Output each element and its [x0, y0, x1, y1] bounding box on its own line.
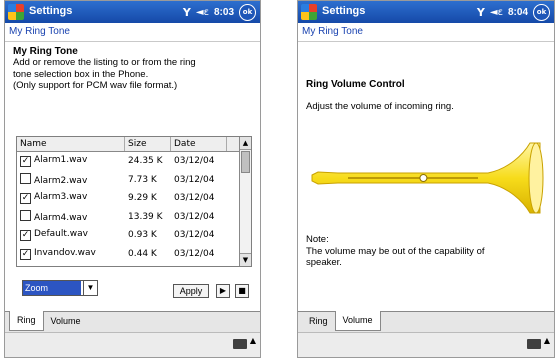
column-header-name[interactable]: Name [17, 137, 125, 151]
apply-button[interactable]: Apply [173, 284, 209, 298]
list-item[interactable]: Alarm2.wav 7.73 K 03/12/04 [17, 171, 251, 190]
ring-tone-size: 0.44 K [128, 248, 157, 259]
ring-tone-name: Invandov.wav [34, 247, 96, 258]
column-header-date[interactable]: Date [171, 137, 227, 151]
ring-tone-size: 9.29 K [128, 193, 157, 204]
ok-button[interactable]: ok [533, 3, 550, 21]
list-scrollbar[interactable]: ▲ ▼ [239, 137, 251, 266]
tab-volume[interactable]: Volume [44, 312, 88, 332]
column-header-size[interactable]: Size [125, 137, 171, 151]
input-panel-arrow-icon[interactable]: ▲ [544, 336, 550, 345]
ring-tone-size: 24.35 K [128, 156, 163, 167]
description-line: (Only support for PCM wav file format.) [13, 80, 178, 91]
clock[interactable]: 8:04 [508, 7, 528, 18]
scroll-up-arrow-icon[interactable]: ▲ [240, 137, 251, 150]
title-bar: Settings Y ◄ε 8:04 ok [298, 1, 554, 23]
keyboard-icon[interactable] [233, 339, 247, 349]
title-bar: Settings Y ◄ε 8:03 ok [5, 1, 260, 23]
ring-tone-date: 03/12/04 [174, 248, 215, 259]
ring-tone-name: Alarm3.wav [34, 192, 88, 203]
clock[interactable]: 8:03 [214, 7, 234, 18]
section-heading: My Ring Tone [13, 46, 78, 57]
play-icon: ▶ [219, 286, 227, 295]
ring-tone-size: 13.39 K [128, 211, 163, 222]
windows-start-icon[interactable] [301, 4, 317, 20]
ring-tone-name-cell: Alarm2.wav [17, 173, 125, 186]
play-button[interactable]: ▶ [216, 284, 230, 298]
stop-icon: ■ [238, 286, 246, 295]
ring-tone-checkbox[interactable]: ✓ [20, 156, 31, 168]
ring-tone-date: 03/12/04 [174, 193, 215, 204]
tab-strip: Ring Volume [298, 311, 554, 334]
ok-button[interactable]: ok [239, 3, 256, 21]
ring-tone-size: 7.73 K [128, 174, 157, 185]
list-item[interactable]: Alarm4.wav 13.39 K 03/12/04 [17, 208, 251, 227]
menu-bar: ▲ [5, 332, 260, 357]
section-heading: Ring Volume Control [306, 79, 405, 90]
ring-tone-name: Alarm4.wav [34, 213, 88, 224]
volume-trumpet-slider[interactable] [308, 139, 548, 219]
list-item[interactable]: ✓ Default.wav 0.93 K 03/12/04 [17, 226, 251, 245]
ring-tone-checkbox[interactable] [20, 210, 31, 222]
tab-strip: Ring Volume [5, 311, 260, 334]
keyboard-icon[interactable] [527, 339, 541, 349]
speaker-icon[interactable]: ◄ε [490, 7, 503, 18]
ring-volume-screen: Settings Y ◄ε 8:04 ok My Ring Tone Ring … [297, 0, 555, 358]
description-line: tone selection box in the Phone. [13, 68, 149, 80]
note-label: Note: [306, 234, 329, 245]
tab-ring[interactable]: Ring [9, 311, 44, 331]
description-line: Add or remove the listing to or from the… [13, 57, 196, 68]
ring-tone-checkbox[interactable] [20, 173, 31, 185]
app-title: Settings [29, 5, 73, 17]
input-panel-arrow-icon[interactable]: ▲ [250, 336, 256, 345]
signal-icon[interactable]: Y [477, 6, 485, 19]
ring-tone-name-cell: ✓ Alarm3.wav [17, 192, 125, 205]
tab-ring[interactable]: Ring [302, 312, 335, 332]
zoom-dropdown[interactable]: Zoom ▼ [22, 280, 98, 296]
scroll-down-arrow-icon[interactable]: ▼ [240, 253, 251, 266]
tab-volume[interactable]: Volume [334, 311, 381, 331]
windows-start-icon[interactable] [8, 4, 24, 20]
ring-tone-screen: Settings Y ◄ε 8:03 ok My Ring Tone My Ri… [4, 0, 261, 358]
page-title: My Ring Tone [5, 23, 260, 42]
ring-tone-date: 03/12/04 [174, 174, 215, 185]
ring-tone-name: Default.wav [34, 229, 88, 240]
ring-tone-name: Alarm1.wav [34, 155, 88, 166]
ring-tone-date: 03/12/04 [174, 230, 215, 241]
dropdown-arrow-icon[interactable]: ▼ [83, 281, 97, 295]
volume-description: Adjust the volume of incoming ring. [306, 101, 454, 112]
ring-tone-list[interactable]: Name Size Date ✓ Alarm1.wav 24.35 K 03/12/0… [16, 136, 252, 267]
ring-tone-name: Alarm2.wav [34, 176, 88, 187]
page-title: My Ring Tone [298, 23, 554, 42]
ring-tone-name-cell: ✓ Alarm1.wav [17, 155, 125, 168]
ring-tone-date: 03/12/04 [174, 156, 215, 167]
ring-tone-checkbox[interactable]: ✓ [20, 230, 31, 242]
ring-tone-name-cell: ✓ Default.wav [17, 229, 125, 242]
note-line: The volume may be out of the capability … [306, 245, 485, 257]
trumpet-bell-icon [528, 142, 544, 214]
ring-tone-checkbox[interactable]: ✓ [20, 193, 31, 205]
list-item[interactable]: ✓ Invandov.wav 0.44 K 03/12/04 [17, 245, 251, 264]
ring-tone-size: 0.93 K [128, 230, 157, 241]
note-line: speaker. [306, 257, 342, 268]
ring-tone-date: 03/12/04 [174, 211, 215, 222]
zoom-dropdown-value: Zoom [23, 281, 81, 295]
stop-button[interactable]: ■ [235, 284, 249, 298]
speaker-icon[interactable]: ◄ε [196, 7, 209, 18]
list-item[interactable]: ✓ Alarm3.wav 9.29 K 03/12/04 [17, 189, 251, 208]
signal-icon[interactable]: Y [183, 6, 191, 19]
scroll-thumb[interactable] [241, 151, 250, 173]
list-item[interactable]: ✓ Alarm1.wav 24.35 K 03/12/04 [17, 152, 251, 171]
ring-tone-checkbox[interactable]: ✓ [20, 248, 31, 260]
menu-bar: ▲ [298, 332, 554, 357]
volume-slider-knob [419, 174, 428, 182]
ring-tone-name-cell: Alarm4.wav [17, 210, 125, 223]
app-title: Settings [322, 5, 366, 17]
ring-tone-name-cell: ✓ Invandov.wav [17, 248, 125, 260]
